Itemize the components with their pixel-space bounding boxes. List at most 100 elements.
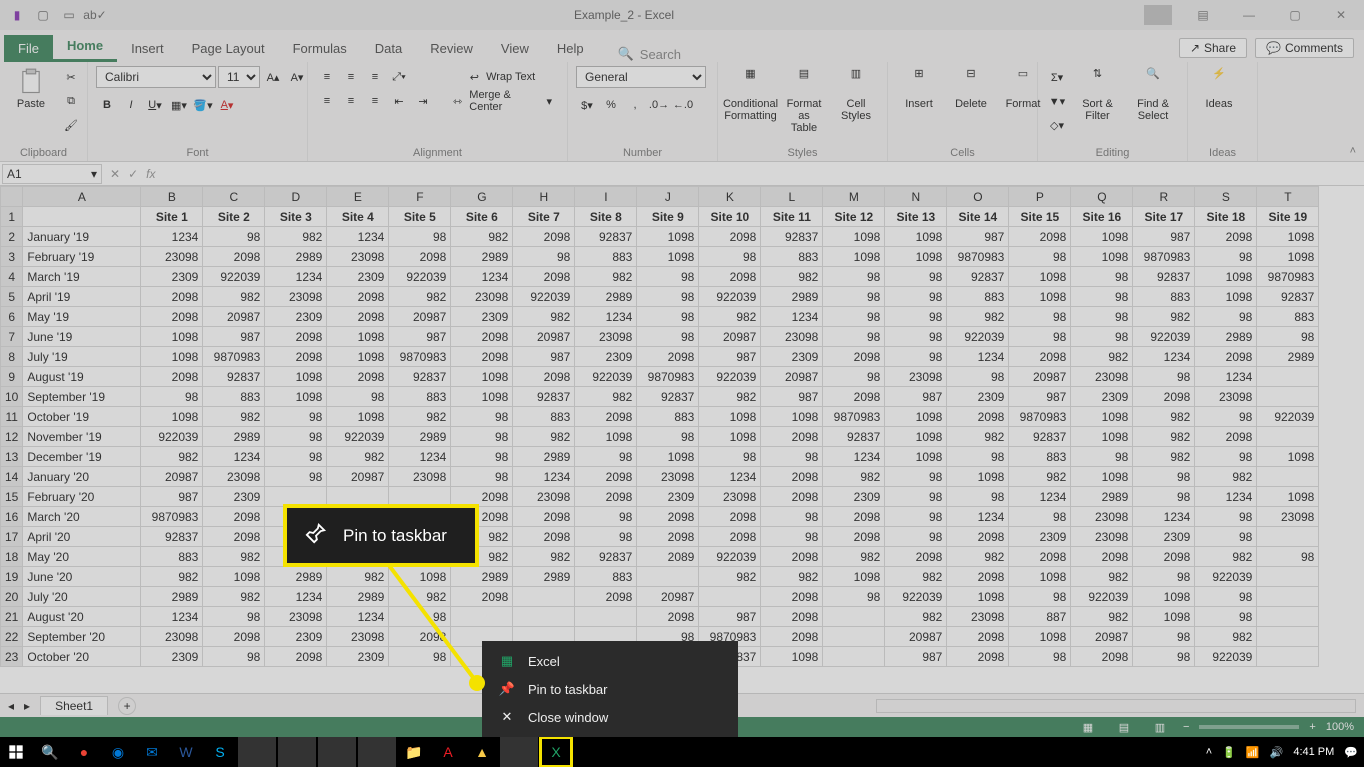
cell[interactable]: 1234 [451,267,513,287]
cell[interactable]: 98 [1195,407,1257,427]
cell[interactable]: September '19 [23,387,141,407]
shrink-font-button[interactable]: A▾ [286,66,308,88]
cell[interactable]: 98 [1071,267,1133,287]
cell[interactable]: 23098 [1071,527,1133,547]
cell[interactable]: 1234 [823,447,885,467]
cell[interactable]: 92837 [1257,287,1319,307]
cell[interactable]: 2098 [699,527,761,547]
tell-me-search[interactable]: 🔍 [618,46,720,62]
cell[interactable]: Site 5 [389,207,451,227]
col-header[interactable]: C [203,187,265,207]
cell[interactable]: 2989 [327,587,389,607]
cell[interactable]: 982 [575,387,637,407]
cell[interactable]: 2098 [327,367,389,387]
row-header[interactable]: 8 [1,347,23,367]
cell[interactable]: 1234 [1009,487,1071,507]
excel-taskbar-icon[interactable]: X [540,737,572,767]
cell[interactable]: 1098 [203,567,265,587]
cell[interactable]: 23098 [513,487,575,507]
cell[interactable]: 987 [699,607,761,627]
align-top-button[interactable]: ≡ [316,66,338,88]
cell[interactable]: 1234 [141,227,203,247]
cell[interactable]: 982 [1133,407,1195,427]
cell[interactable]: 1098 [699,427,761,447]
cell[interactable]: 982 [203,407,265,427]
cell[interactable]: 987 [513,347,575,367]
fx-icon[interactable]: fx [146,167,155,181]
cell[interactable]: 1234 [265,587,327,607]
cell[interactable]: 982 [575,267,637,287]
cell[interactable]: 2098 [451,347,513,367]
cell[interactable]: 982 [761,567,823,587]
cell[interactable]: 1098 [265,367,327,387]
cell[interactable]: 2989 [1195,327,1257,347]
horizontal-scrollbar[interactable] [876,699,1356,713]
sheet-nav-next-icon[interactable]: ▸ [24,699,30,713]
cell[interactable]: 2098 [823,347,885,367]
cell[interactable]: 982 [1071,567,1133,587]
cell[interactable]: 982 [141,447,203,467]
cell[interactable]: 2989 [575,287,637,307]
cell[interactable]: 987 [699,347,761,367]
percent-button[interactable]: % [600,94,622,116]
cell[interactable]: 98 [203,607,265,627]
cell[interactable]: 98 [885,287,947,307]
cell[interactable]: 20987 [327,467,389,487]
cell[interactable]: 2098 [141,287,203,307]
conditional-formatting-button[interactable]: ▦Conditional Formatting [726,66,775,124]
cell[interactable]: Site 9 [637,207,699,227]
normal-view-button[interactable]: ▦ [1075,719,1101,735]
cell[interactable]: 982 [1195,627,1257,647]
cell[interactable]: 98 [451,467,513,487]
cell[interactable]: 20987 [637,587,699,607]
increase-decimal-button[interactable]: .0→ [648,94,670,116]
cell[interactable]: 98 [265,407,327,427]
cell[interactable]: 92837 [389,367,451,387]
cell[interactable]: 98 [1133,467,1195,487]
cell[interactable]: 2098 [1195,227,1257,247]
cell[interactable]: 922039 [699,367,761,387]
cell[interactable]: 2098 [1009,347,1071,367]
cell[interactable]: Site 19 [1257,207,1319,227]
cell[interactable]: 98 [885,527,947,547]
find-select-button[interactable]: 🔍Find & Select [1127,66,1179,124]
cell[interactable]: 98 [389,607,451,627]
cell[interactable]: 98 [265,467,327,487]
cell[interactable]: 1234 [141,607,203,627]
insert-cells-button[interactable]: ⊞Insert [896,66,942,112]
cell[interactable]: 98 [265,427,327,447]
cell[interactable]: 98 [1071,307,1133,327]
cell[interactable]: 2989 [513,567,575,587]
cell[interactable]: 2098 [637,607,699,627]
cell[interactable]: Site 2 [203,207,265,227]
cell[interactable]: 98 [885,267,947,287]
cell[interactable] [1257,427,1319,447]
cell[interactable]: 1098 [1009,287,1071,307]
cell[interactable]: 2309 [575,347,637,367]
cell[interactable]: 2098 [823,527,885,547]
cell[interactable]: 98 [1133,567,1195,587]
cell[interactable]: 2098 [389,247,451,267]
cell[interactable]: 98 [947,487,1009,507]
acrobat-icon[interactable]: A [432,737,464,767]
cell[interactable]: 92837 [575,227,637,247]
cell[interactable]: 922039 [699,547,761,567]
cell[interactable]: 20987 [513,327,575,347]
cell[interactable]: 98 [451,427,513,447]
cell[interactable]: 98 [885,487,947,507]
row-header[interactable]: 4 [1,267,23,287]
col-header[interactable]: A [23,187,141,207]
cell[interactable]: 98 [637,327,699,347]
cell[interactable]: 20987 [885,627,947,647]
cell[interactable]: July '20 [23,587,141,607]
cell[interactable]: 982 [823,467,885,487]
cell[interactable]: 98 [637,267,699,287]
cell[interactable]: 98 [1195,307,1257,327]
cell[interactable]: August '19 [23,367,141,387]
cell[interactable]: 20987 [699,327,761,347]
save-icon[interactable]: ▮ [6,4,28,26]
cell[interactable]: 1098 [637,247,699,267]
cell[interactable]: 2098 [637,527,699,547]
cell[interactable]: 23098 [265,607,327,627]
cell[interactable]: 20987 [1071,627,1133,647]
